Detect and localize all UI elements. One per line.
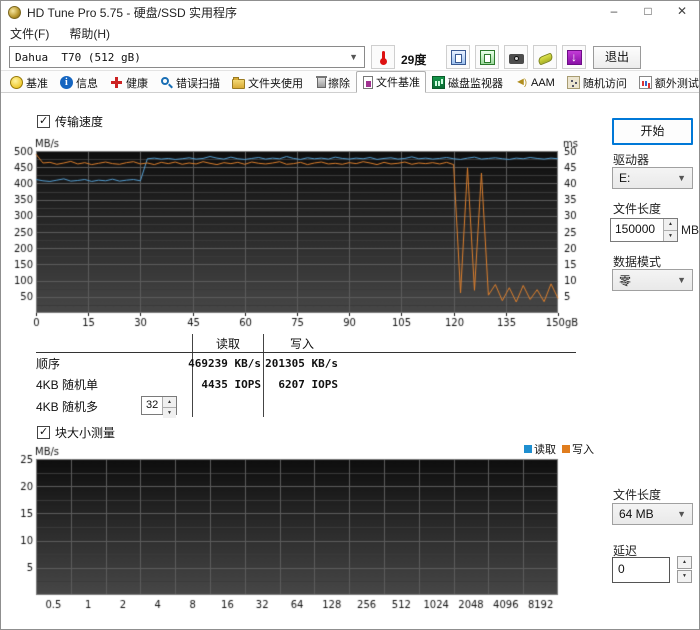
menu-file[interactable]: 文件(F) <box>10 25 49 42</box>
tab-folder-usage[interactable]: 文件夹使用 <box>226 72 309 92</box>
stepper-down-icon[interactable]: ▼ <box>163 407 176 418</box>
queue-depth-stepper[interactable]: 32 ▲▼ <box>141 396 177 415</box>
chevron-down-icon: ▼ <box>677 173 692 183</box>
file-length2-value: 64 MB <box>613 507 654 521</box>
toolbar: Dahua T70 (512 gB) ▼ 29度 退出 <box>1 43 699 71</box>
checkbox-checked-icon <box>37 426 50 439</box>
maximize-button[interactable]: □ <box>631 1 665 23</box>
file-length-label: 文件长度 <box>613 200 661 217</box>
search-icon <box>160 76 173 89</box>
tab-error-scan[interactable]: 错误扫描 <box>154 72 226 92</box>
tab-erase[interactable]: 擦除 <box>309 72 356 92</box>
transfer-speed-checkbox[interactable]: 传输速度 <box>37 113 103 130</box>
hdtune-window: HD Tune Pro 5.75 - 硬盘/SSD 实用程序 – □ ✕ 文件(… <box>0 0 700 630</box>
sequential-read-value: 469239 KB/s <box>193 353 264 374</box>
close-button[interactable]: ✕ <box>665 1 699 23</box>
tab-random-access[interactable]: 随机访问 <box>561 72 633 92</box>
chevron-down-icon: ▼ <box>677 275 692 285</box>
device-select-value: Dahua T70 (512 gB) <box>10 51 141 64</box>
exit-button[interactable]: 退出 <box>593 46 641 69</box>
transfer-speed-chart <box>8 137 598 339</box>
title-bar: HD Tune Pro 5.75 - 硬盘/SSD 实用程序 – □ ✕ <box>1 1 699 23</box>
chevron-down-icon: ▼ <box>677 509 692 519</box>
update-button[interactable] <box>562 45 586 69</box>
chevron-down-icon: ▼ <box>349 52 364 62</box>
delay-down-button[interactable]: ▼ <box>677 570 692 583</box>
minimize-button[interactable]: – <box>597 1 631 23</box>
app-icon <box>8 6 21 19</box>
trash-icon <box>317 77 326 88</box>
stepper-down-icon[interactable]: ▼ <box>664 230 677 242</box>
results-table: 读取 写入 顺序 469239 KB/s 201305 KB/s 4KB 随机单… <box>36 334 576 417</box>
copy-text-icon <box>451 50 466 65</box>
table-row-4kb-random-single: 4KB 随机单 4435 IOPS 6207 IOPS <box>36 374 576 395</box>
file-page-icon <box>363 76 373 89</box>
random-single-write-value: 6207 IOPS <box>264 374 340 395</box>
file-length-unit: MB <box>681 223 699 237</box>
stepper-up-icon[interactable]: ▲ <box>664 219 677 230</box>
drive-select[interactable]: E: ▼ <box>612 167 693 189</box>
monitor-chart-icon <box>432 76 445 89</box>
info-icon <box>60 76 73 89</box>
data-mode-label: 数据模式 <box>613 253 661 270</box>
health-cross-icon <box>110 76 123 89</box>
drive-select-value: E: <box>613 171 630 185</box>
block-size-chart <box>8 445 598 611</box>
thermometer-icon <box>376 50 391 65</box>
copy-text-button[interactable] <box>446 45 470 69</box>
download-arrow-icon <box>567 50 582 65</box>
queue-depth-value: 32 <box>142 397 162 414</box>
tab-info[interactable]: 信息 <box>54 72 104 92</box>
start-button[interactable]: 开始 <box>612 118 693 145</box>
save-icon <box>537 52 554 65</box>
delay-input[interactable]: 0 <box>612 557 670 583</box>
file-length2-select[interactable]: 64 MB ▼ <box>612 503 693 525</box>
camera-icon <box>509 54 524 64</box>
file-length-stepper[interactable]: 150000 ▲▼ <box>610 218 678 242</box>
results-header-row: 读取 写入 <box>36 334 576 353</box>
copy-image-button[interactable] <box>475 45 499 69</box>
block-size-checkbox[interactable]: 块大小测量 <box>37 424 115 441</box>
data-mode-value: 零 <box>613 272 631 289</box>
screenshot-button[interactable] <box>504 45 528 69</box>
tab-disk-monitor[interactable]: 磁盘监视器 <box>426 72 509 92</box>
table-row-sequential: 顺序 469239 KB/s 201305 KB/s <box>36 353 576 374</box>
read-column-header: 读取 <box>193 334 264 352</box>
delay-up-button[interactable]: ▲ <box>677 556 692 569</box>
bulb-icon <box>10 76 23 89</box>
data-mode-select[interactable]: 零 ▼ <box>612 269 693 291</box>
table-row-4kb-random-multi: 4KB 随机多 32 ▲▼ <box>36 395 576 417</box>
tab-extra-tests[interactable]: 额外测试 <box>633 72 700 92</box>
menu-help[interactable]: 帮助(H) <box>69 25 110 42</box>
tab-benchmark[interactable]: 基准 <box>4 72 54 92</box>
random-access-icon <box>567 76 580 89</box>
copy-image-icon <box>480 50 495 65</box>
tab-health[interactable]: 健康 <box>104 72 154 92</box>
save-button[interactable] <box>533 45 557 69</box>
window-title: HD Tune Pro 5.75 - 硬盘/SSD 实用程序 <box>27 4 237 21</box>
random-single-read-value: 4435 IOPS <box>193 374 264 395</box>
drive-label: 驱动器 <box>613 151 649 168</box>
write-column-header: 写入 <box>264 334 340 352</box>
device-select[interactable]: Dahua T70 (512 gB) ▼ <box>9 46 365 68</box>
tab-aam[interactable]: AAM <box>509 72 561 92</box>
temperature-button[interactable] <box>371 45 395 69</box>
file-length-value: 150000 <box>611 219 663 241</box>
menu-bar: 文件(F) 帮助(H) <box>1 23 699 43</box>
checkbox-checked-icon <box>37 115 50 128</box>
file-length2-label: 文件长度 <box>613 486 661 503</box>
tab-file-benchmark[interactable]: 文件基准 <box>356 71 426 93</box>
temperature-value: 29度 <box>401 51 426 68</box>
speaker-icon <box>515 76 528 89</box>
stepper-up-icon[interactable]: ▲ <box>163 397 176 407</box>
tab-bar: 基准 信息 健康 错误扫描 文件夹使用 擦除 文件基准 磁盘监视器 AAM 随机… <box>1 71 699 93</box>
folder-icon <box>232 79 245 89</box>
extra-tests-icon <box>639 76 652 89</box>
sequential-write-value: 201305 KB/s <box>264 353 340 374</box>
